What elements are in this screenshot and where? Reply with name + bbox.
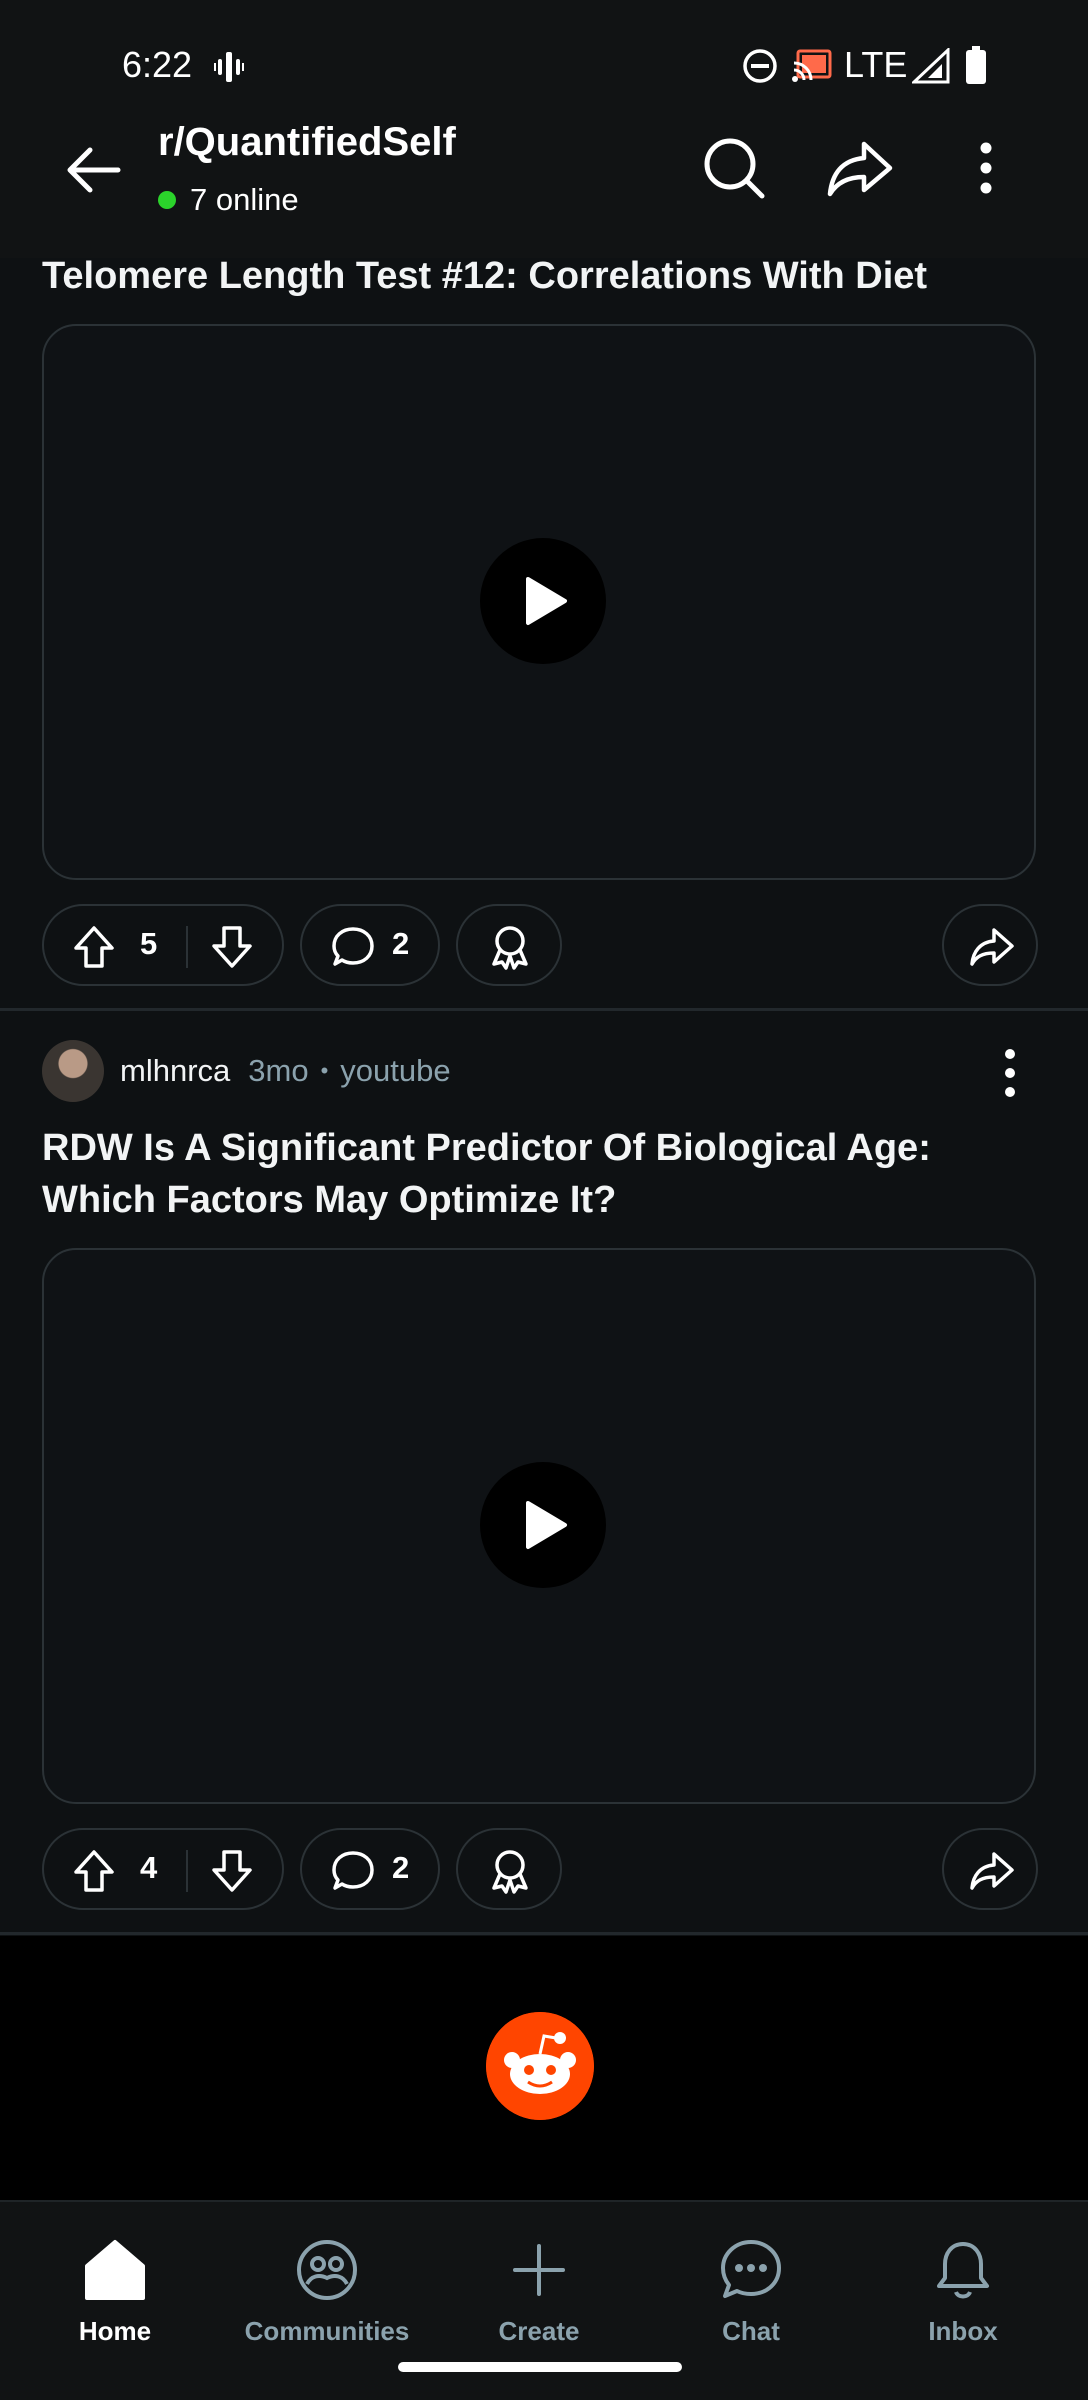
- top-bar: 6:22 LTE r/QuantifiedSelf 7 online: [0, 0, 1088, 258]
- post-more-icon[interactable]: [988, 1040, 1032, 1106]
- post-actions: 4 2: [42, 1828, 1042, 1914]
- search-icon[interactable]: [696, 130, 772, 206]
- comments-button[interactable]: 2: [300, 1828, 440, 1910]
- battery-icon: [966, 46, 986, 84]
- downvote-icon[interactable]: [210, 924, 254, 970]
- comment-icon: [332, 1851, 374, 1890]
- comment-icon: [332, 927, 374, 966]
- nav-chat-label: Chat: [722, 2316, 780, 2346]
- upvote-count: 5: [140, 926, 158, 961]
- plus-icon: [513, 2244, 565, 2296]
- status-bar: 6:22 LTE: [0, 0, 1088, 134]
- reddit-snoo-icon: [486, 2012, 594, 2120]
- video-player[interactable]: [42, 1248, 1036, 1804]
- share-icon: [970, 1852, 1014, 1890]
- nav-inbox-label: Inbox: [928, 2316, 998, 2346]
- post-author[interactable]: mlhnrca: [120, 1053, 230, 1089]
- gesture-bar[interactable]: [398, 2362, 682, 2372]
- bell-icon: [937, 2242, 989, 2299]
- share-button[interactable]: [942, 904, 1038, 986]
- play-button[interactable]: [480, 1462, 606, 1588]
- downvote-icon[interactable]: [210, 1848, 254, 1894]
- share-icon[interactable]: [822, 130, 898, 206]
- post-meta: mlhnrca 3mo • youtube: [42, 1038, 451, 1104]
- do-not-disturb-icon: [743, 49, 777, 83]
- nav-communities-label: Communities: [244, 2316, 410, 2346]
- play-icon: [526, 577, 567, 625]
- vote-separator: [186, 926, 188, 968]
- more-vert-icon[interactable]: [956, 130, 1016, 206]
- chat-icon: [721, 2240, 781, 2298]
- nav-create-label: Create: [498, 2316, 580, 2346]
- award-icon: [492, 926, 528, 970]
- online-dot: [158, 191, 176, 209]
- vote-separator: [186, 1850, 188, 1892]
- award-button[interactable]: [456, 1828, 562, 1910]
- share-button[interactable]: [942, 1828, 1038, 1910]
- back-arrow-icon[interactable]: [56, 130, 136, 210]
- upvote-icon[interactable]: [72, 1848, 116, 1894]
- post-divider: [0, 1008, 1088, 1011]
- home-icon: [85, 2240, 145, 2300]
- share-icon: [970, 928, 1014, 966]
- play-icon: [526, 1501, 567, 1549]
- play-button[interactable]: [480, 538, 606, 664]
- meta-separator: •: [320, 1058, 329, 1083]
- post-title[interactable]: RDW Is A Significant Predictor Of Biolog…: [42, 1122, 1042, 1226]
- signal-icon: [912, 48, 950, 84]
- post-age: 3mo: [248, 1053, 309, 1088]
- online-indicator: 7 online: [158, 182, 299, 218]
- online-count: 7 online: [190, 182, 299, 217]
- award-icon: [492, 1850, 528, 1894]
- comments-button[interactable]: 2: [300, 904, 440, 986]
- nav-home[interactable]: Home: [15, 2226, 215, 2346]
- upvote-icon[interactable]: [72, 924, 116, 970]
- award-button[interactable]: [456, 904, 562, 986]
- post-actions: 5 2: [42, 904, 1042, 990]
- status-time: 6:22: [122, 44, 193, 85]
- vote-bar: 5: [42, 904, 284, 986]
- subreddit-name[interactable]: r/QuantifiedSelf: [158, 120, 456, 165]
- vote-bar: 4: [42, 1828, 284, 1910]
- cast-icon: [792, 49, 832, 82]
- nav-communities[interactable]: Communities: [227, 2226, 427, 2346]
- communities-icon: [297, 2240, 357, 2300]
- nav-inbox[interactable]: Inbox: [863, 2226, 1063, 2346]
- video-player[interactable]: [42, 324, 1036, 880]
- nav-chat[interactable]: Chat: [651, 2226, 851, 2346]
- nav-home-label: Home: [78, 2316, 152, 2346]
- post-divider: [0, 1932, 1088, 1935]
- upvote-count: 4: [140, 1850, 158, 1885]
- avatar[interactable]: [42, 1040, 104, 1102]
- post-domain[interactable]: youtube: [340, 1053, 450, 1089]
- nav-create[interactable]: Create: [439, 2226, 639, 2346]
- network-type: LTE: [844, 44, 908, 85]
- comment-count: 2: [392, 1850, 410, 1885]
- comment-count: 2: [392, 926, 410, 961]
- vibrate-icon: [214, 52, 244, 82]
